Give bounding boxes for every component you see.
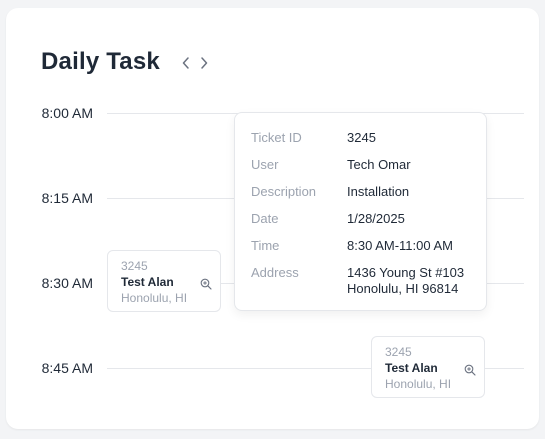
event-card[interactable]: 3245 Test Alan Honolulu, HI [107,250,221,312]
event-location: Honolulu, HI [385,377,452,391]
chevron-right-icon[interactable] [198,55,210,71]
description-value: Installation [347,184,410,199]
time-slot-label: 8:30 AM [41,275,93,291]
time-value: 8:30 AM-11:00 AM [347,238,453,253]
date-value: 1/28/2025 [347,211,405,226]
address-label: Address [251,265,299,280]
event-user: Test Alan [385,361,438,375]
user-label: User [251,157,279,172]
zoom-in-icon[interactable] [464,363,476,376]
event-card[interactable]: 3245 Test Alan Honolulu, HI [371,336,485,398]
ticket-details-tooltip: Ticket ID 3245 User Tech Omar Descriptio… [234,112,487,311]
description-label: Description [251,184,317,199]
time-label: Time [251,238,280,253]
event-ticket-id: 3245 [385,345,412,359]
event-location: Honolulu, HI [121,291,188,305]
chevron-left-icon[interactable] [180,55,192,71]
ticket-id-value: 3245 [347,130,376,145]
time-slot-label: 8:00 AM [41,105,93,121]
address-line-1: 1436 Young St #103 [347,265,465,280]
date-navigation [180,55,210,71]
calendar-header: Daily Task [41,48,210,76]
zoom-in-icon[interactable] [200,277,212,290]
time-slot-label: 8:15 AM [41,190,93,206]
user-value: Tech Omar [347,157,411,172]
address-line-2: Honolulu, HI 96814 [347,281,459,296]
event-user: Test Alan [121,275,174,289]
ticket-id-label: Ticket ID [251,130,302,145]
date-label: Date [251,211,279,226]
time-slot-label: 8:45 AM [41,360,93,376]
page-title: Daily Task [41,48,160,75]
event-ticket-id: 3245 [121,259,148,273]
